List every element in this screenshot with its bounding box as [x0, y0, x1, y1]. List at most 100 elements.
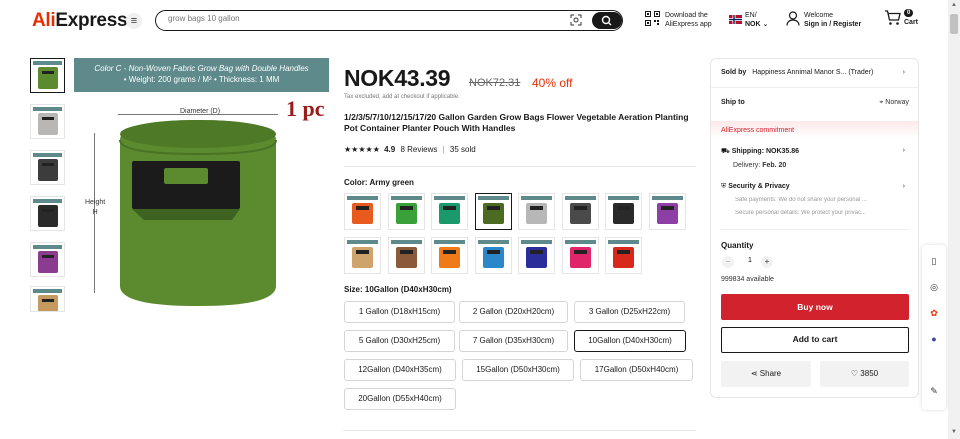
security-row[interactable]: ⛨ Security & Privacy ›	[721, 183, 909, 191]
quantity-decrease-button[interactable]: −	[722, 256, 734, 268]
thumbnail-5[interactable]	[30, 242, 65, 277]
shield-check-icon: ⛨	[721, 183, 727, 190]
qr-code-icon	[645, 11, 660, 26]
color-swatch-13[interactable]	[518, 237, 555, 274]
swatch-handle	[443, 206, 456, 210]
account-menu[interactable]: Welcome Sign in / Register	[786, 11, 861, 31]
size-label: Size: 10Gallon (D40xH30cm)	[344, 285, 452, 294]
thumbnail-2[interactable]	[30, 104, 65, 139]
menu-icon[interactable]: ≡	[126, 13, 142, 29]
download-app[interactable]: Download the AliExpress app	[645, 11, 712, 31]
ship-to-row[interactable]: Ship to ⌖ Norway	[721, 99, 909, 106]
color-swatch-8[interactable]	[648, 193, 686, 230]
thumbnail-1[interactable]	[30, 58, 65, 93]
thumbnail-banner	[33, 289, 62, 293]
scroll-up-arrow-icon[interactable]: ▲	[951, 2, 957, 8]
shipping-row[interactable]: ⛟ Shipping: NOK35.86 ›	[721, 147, 909, 156]
user-icon	[786, 11, 800, 26]
size-option-10[interactable]: 20Gallon (D55xH40cm)	[344, 388, 456, 410]
color-swatch-2[interactable]	[387, 193, 425, 230]
norway-flag-icon	[729, 15, 742, 24]
color-label: Color: Army green	[344, 178, 414, 187]
buy-now-button[interactable]: Buy now	[721, 294, 909, 320]
size-option-8[interactable]: 15Gallon (D50xH30cm)	[462, 359, 574, 381]
thumbnail-handle	[42, 71, 54, 74]
download-line1: Download the	[665, 12, 708, 19]
size-option-1[interactable]: 1 Gallon (D18xH15cm)	[344, 301, 455, 323]
thumbnail-6[interactable]	[30, 286, 65, 312]
main-product-image[interactable]: Color C - Non-Woven Fabric Grow Bag with…	[74, 58, 330, 314]
download-app-text: Download the AliExpress app	[665, 11, 725, 29]
language-currency-selector[interactable]: EN/NOK ⌄	[729, 11, 768, 29]
swatch-banner	[390, 196, 422, 200]
quantity-input[interactable]	[742, 257, 758, 264]
quantity-label: Quantity	[721, 241, 754, 250]
size-option-5[interactable]: 7 Gallon (D35xH30cm)	[459, 330, 568, 352]
commitment-title: AliExpress commitment	[721, 127, 795, 134]
size-option-2[interactable]: 2 Gallon (D20xH20cm)	[459, 301, 568, 323]
color-swatch-15[interactable]	[605, 237, 642, 274]
color-swatch-5[interactable]	[518, 193, 555, 230]
color-swatch-3[interactable]	[431, 193, 468, 230]
color-swatch-6[interactable]	[561, 193, 599, 230]
scroll-down-arrow-icon[interactable]: ▼	[951, 429, 957, 435]
original-price: NOK72.31	[469, 77, 521, 89]
chevron-down-icon: ⌄	[762, 21, 769, 28]
swatch-handle	[617, 206, 630, 210]
swatch-banner	[521, 196, 552, 200]
secure-details-text: Secure personal details: We protect your…	[735, 210, 866, 216]
color-swatch-10[interactable]	[387, 237, 425, 274]
cart-button[interactable]: 0 Cart	[884, 9, 918, 31]
thumbnail-3[interactable]	[30, 150, 65, 185]
color-swatch-4[interactable]	[474, 193, 512, 230]
signin-link[interactable]: Sign in / Register	[804, 21, 861, 28]
size-option-7[interactable]: 12Gallon (D40xH35cm)	[344, 359, 456, 381]
support-icon[interactable]: ◎	[928, 281, 940, 293]
color-swatch-9[interactable]	[344, 237, 381, 274]
quantity-increase-button[interactable]: +	[761, 256, 773, 268]
coupon-icon[interactable]: ✿	[928, 307, 940, 319]
book-icon[interactable]: ▯	[928, 255, 940, 267]
color-swatch-12[interactable]	[474, 237, 512, 274]
color-swatch-1[interactable]	[344, 193, 381, 230]
search-button[interactable]	[592, 12, 622, 29]
add-to-cart-button[interactable]: Add to cart	[721, 327, 909, 353]
scrollbar-thumb[interactable]	[950, 14, 958, 34]
page-scrollbar[interactable]: ▲ ▼	[948, 0, 960, 439]
chatbot-icon[interactable]: ●	[928, 333, 940, 345]
thumbnail-banner	[33, 245, 62, 249]
size-option-6[interactable]: 10Gallon (D40xH30cm)	[574, 330, 686, 352]
sold-by-row[interactable]: Sold by Happiness Annimal Manor S... (Tr…	[721, 69, 909, 76]
search-input[interactable]	[168, 14, 548, 23]
share-button[interactable]: ⋖ Share	[721, 361, 811, 387]
wishlist-button[interactable]: ♡ 3850	[820, 361, 909, 387]
swatch-handle	[399, 250, 413, 254]
available-count: 999834 available	[721, 276, 774, 283]
color-swatch-14[interactable]	[561, 237, 599, 274]
sold-by-label: Sold by	[721, 69, 747, 76]
cart-count-badge: 0	[904, 9, 914, 17]
reviews-link[interactable]: 8 Reviews	[400, 145, 437, 154]
cart-label: Cart	[904, 19, 919, 26]
divider	[721, 229, 909, 230]
thumbnail-4[interactable]	[30, 196, 65, 231]
swatch-handle	[486, 206, 500, 210]
swatch-handle	[530, 250, 543, 254]
image-search-icon[interactable]	[570, 14, 582, 26]
color-swatch-7[interactable]	[605, 193, 642, 230]
lang-line1: EN/	[745, 12, 757, 19]
thumbnail-banner	[33, 61, 62, 65]
size-option-3[interactable]: 3 Gallon (D25xH22cm)	[574, 301, 685, 323]
size-option-4[interactable]: 5 Gallon (D30xH25cm)	[344, 330, 455, 352]
size-option-9[interactable]: 17Gallon (D50xH40cm)	[580, 359, 693, 381]
tax-note: Tax excluded, add at checkout if applica…	[344, 94, 460, 100]
logo-express-text: Express	[55, 10, 128, 31]
divider	[711, 87, 918, 88]
welcome-text: Welcome	[804, 12, 834, 19]
aliexpress-logo[interactable]: AliExpress	[32, 10, 128, 32]
search-icon	[601, 15, 612, 26]
thumbnail-banner	[33, 199, 62, 203]
edit-icon[interactable]: ✎	[928, 385, 940, 397]
cart-icon	[885, 10, 901, 25]
color-swatch-11[interactable]	[431, 237, 468, 274]
